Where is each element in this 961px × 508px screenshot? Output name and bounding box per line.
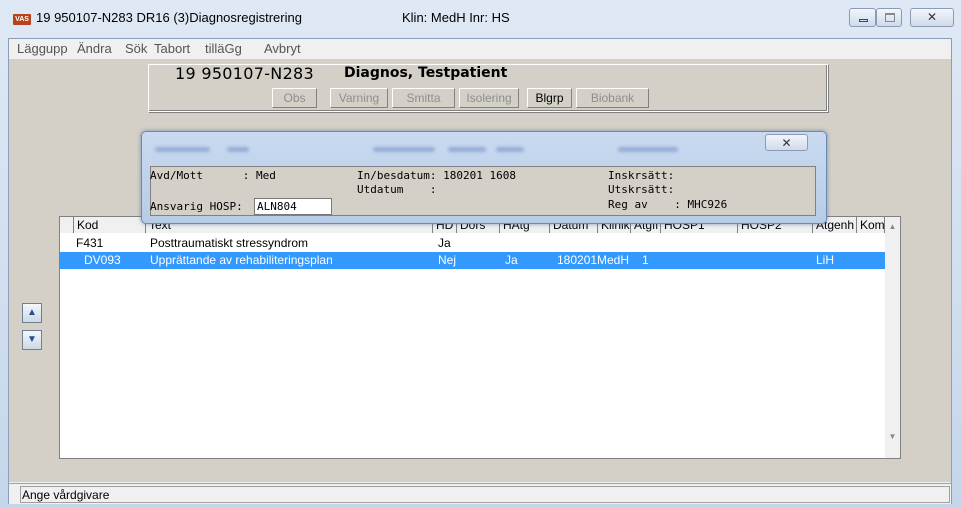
blurred-title-text: [618, 147, 678, 152]
table-row[interactable]: DV093 Upprättande av rehabiliteringsplan…: [60, 252, 886, 269]
scroll-down-icon[interactable]: ▼: [885, 428, 900, 445]
close-button[interactable]: ✕: [910, 8, 954, 27]
maximize-button[interactable]: [876, 8, 902, 27]
minimize-icon: [859, 19, 868, 22]
obs-button[interactable]: Obs: [272, 88, 317, 108]
inbesdatum-field: In/besdatum: 180201 1608: [357, 169, 516, 182]
cell-text: Posttraumatiskt stressyndrom: [150, 236, 309, 250]
blurred-title-text: [227, 147, 249, 152]
inskrsatt-field: Inskrsätt:: [608, 169, 675, 182]
cell-kod: DV093: [84, 253, 121, 267]
ansvarig-hosp-label: Ansvarig HOSP:: [150, 200, 243, 213]
row-selector-header: [60, 217, 74, 233]
move-down-button[interactable]: ▼: [22, 330, 42, 350]
app-logo-icon: VAS: [13, 14, 31, 25]
blurred-title-text: [155, 147, 210, 152]
column-header-kompl[interactable]: Kompl: [857, 217, 885, 233]
isolering-button[interactable]: Isolering: [459, 88, 519, 108]
blurred-title-text: [496, 147, 524, 152]
smitta-button[interactable]: Smitta: [392, 88, 455, 108]
column-header-kod[interactable]: Kod: [74, 217, 146, 233]
utskrsatt-field: Utskrsätt:: [608, 183, 675, 196]
menu-andra[interactable]: Ändra: [77, 41, 112, 56]
cell-klinik: MedH: [597, 253, 630, 267]
scroll-up-icon[interactable]: ▲: [885, 218, 900, 235]
cell-text: Upprättande av rehabiliteringsplan: [150, 253, 333, 267]
patient-id: 19 950107-N283: [175, 64, 315, 83]
varning-button[interactable]: Varning: [330, 88, 388, 108]
close-icon: ✕: [781, 136, 792, 150]
menu-tabort[interactable]: Tabort: [154, 41, 190, 56]
reg-av-field: Reg av : MHC926: [608, 198, 728, 211]
cell-hatg: Ja: [505, 253, 518, 267]
avd-mott-field: Avd/Mott : Med: [150, 169, 276, 182]
cell-hd: Ja: [438, 236, 451, 250]
minimize-button[interactable]: [849, 8, 876, 27]
window-title: 19 950107-N283 DR16 (3)Diagnosregistreri…: [36, 10, 302, 25]
move-up-button[interactable]: ▲: [22, 303, 42, 323]
patient-name: Diagnos, Testpatient: [344, 65, 508, 81]
blurred-title-text: [448, 147, 486, 152]
maximize-icon: [885, 13, 895, 22]
menu-sok[interactable]: Sök: [125, 41, 147, 56]
cell-datum: 180201: [557, 253, 598, 267]
popup-close-button[interactable]: ✕: [765, 134, 808, 151]
clinic-info: Klin: MedH Inr: HS: [402, 10, 510, 25]
cell-hd: Nej: [438, 253, 457, 267]
ansvarig-hosp-input[interactable]: ALN804: [254, 198, 332, 215]
menu-tillagg[interactable]: tilläGg: [205, 41, 242, 56]
menu-laggupp[interactable]: Läggupp: [17, 41, 68, 56]
close-icon: ✕: [926, 10, 938, 24]
biobank-button[interactable]: Biobank: [576, 88, 649, 108]
menu-bar: Läggupp Ändra Sök Tabort tilläGg Avbryt: [9, 39, 951, 59]
blurred-title-text: [373, 147, 435, 152]
blgrp-button[interactable]: Blgrp: [527, 88, 572, 108]
arrow-up-icon: ▲: [27, 307, 37, 318]
status-field: [20, 486, 950, 503]
cell-atgenh: LiH: [816, 253, 835, 267]
cell-atgfi: 1: [642, 253, 649, 267]
menu-avbryt[interactable]: Avbryt: [264, 41, 301, 56]
table-row[interactable]: F431 Posttraumatiskt stressyndrom Ja: [60, 235, 886, 252]
utdatum-field: Utdatum :: [357, 183, 437, 196]
status-message: Ange vårdgivare: [22, 488, 110, 502]
cell-kod: F431: [76, 236, 104, 250]
vertical-scrollbar[interactable]: [885, 217, 900, 458]
arrow-down-icon: ▼: [27, 334, 37, 345]
